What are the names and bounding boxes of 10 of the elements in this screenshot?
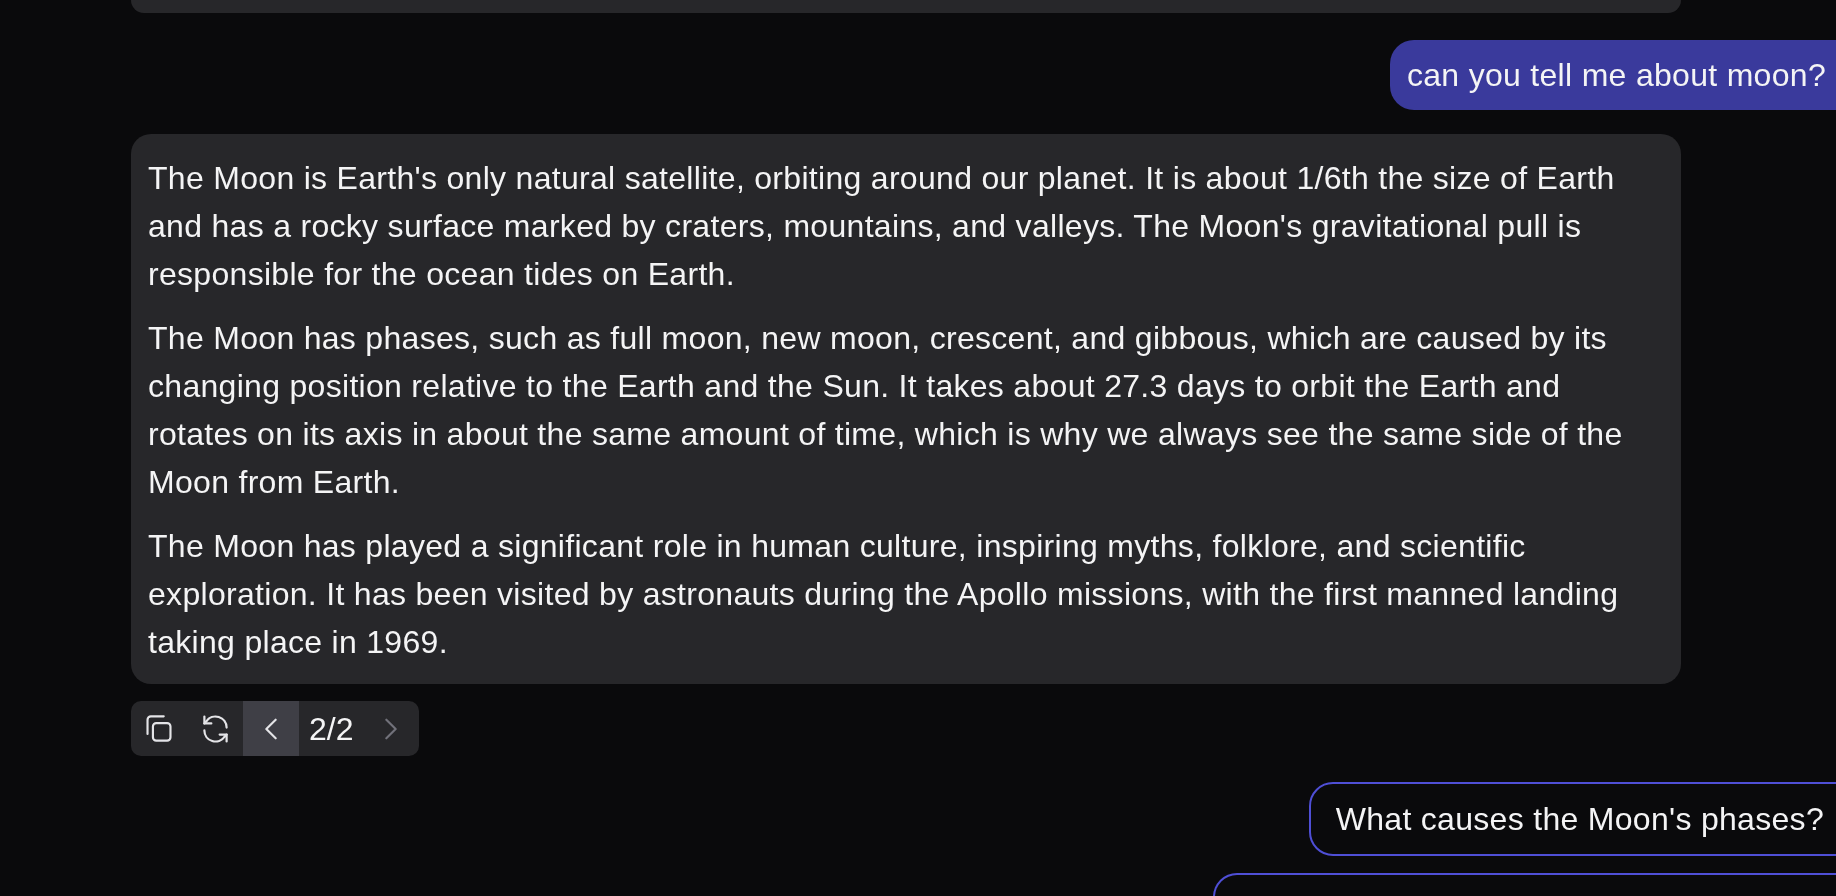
chevron-left-icon — [265, 717, 277, 740]
chevron-right-icon — [385, 717, 398, 740]
message-paragraph: The Moon has played a significant role in human culture, inspiring myths, folklore, and scientific exploration. It has been visited by astronauts during the Apollo missions, with the first manned landing taking place in 1969. — [148, 527, 1620, 662]
message-paragraph: The Moon is Earth's only natural satellite, orbiting around our planet. It is about 1/6th the size of Earth and has a rocky surface marked by craters, mountains, and valleys. The Moon's gravitational pull is responsible for the ocean tides on Earth. — [148, 159, 1616, 294]
refresh-icon — [202, 714, 228, 743]
user-message: What causes the Moon's phases? — [1308, 782, 1836, 856]
message-paragraph: The Moon has phases, such as full moon, new moon, crescent, and gibbous, which are caused by its changing position relative to the Earth and the Sun. It takes about 27.3 days to orbit the Earth and rotates on its axis in about the same amount of time, which is why we always see the same side of the Moon from Earth. — [148, 319, 1624, 502]
page-counter: 2/2 — [308, 709, 355, 749]
copy-icon — [146, 715, 172, 742]
user-message: can you tell me about moon? — [1389, 40, 1836, 110]
